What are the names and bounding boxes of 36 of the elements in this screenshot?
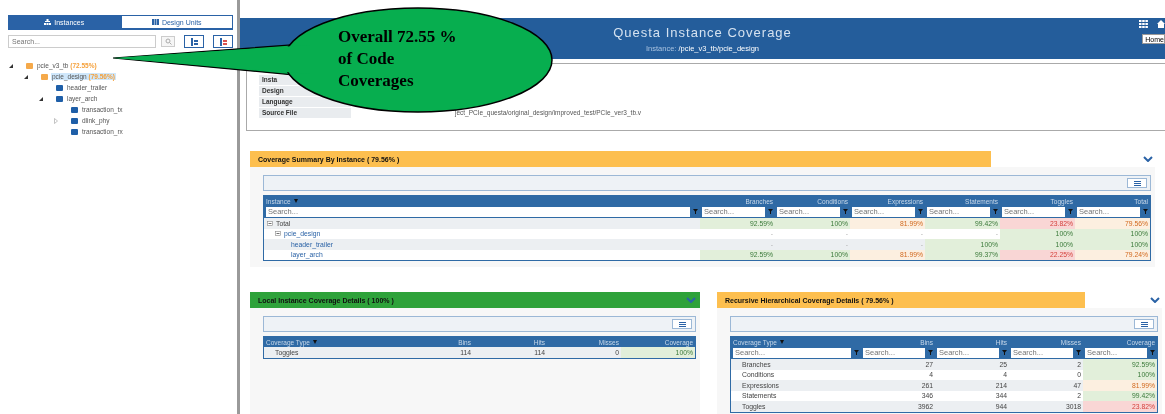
menu-button[interactable] (1134, 319, 1154, 329)
menu-button[interactable] (1127, 178, 1147, 188)
filter-icon[interactable] (1150, 350, 1155, 355)
menu-icon (1133, 180, 1141, 186)
filter-icon[interactable] (843, 209, 848, 214)
home-icon[interactable] (1157, 20, 1165, 28)
tree-icon (189, 37, 199, 46)
filter-icon[interactable] (1068, 209, 1073, 214)
apps-grid-icon[interactable] (1139, 20, 1148, 28)
menu-icon (1140, 321, 1148, 327)
menu-button[interactable] (672, 319, 692, 329)
filter-icon[interactable] (928, 350, 933, 355)
collapse-all-button[interactable] (213, 35, 233, 48)
menu-icon (678, 321, 686, 327)
page-title: Questa Instance Coverage (613, 24, 792, 40)
filter-icon[interactable] (993, 209, 998, 214)
collapse-icon[interactable] (38, 95, 44, 102)
chevron-icon[interactable] (1143, 156, 1153, 162)
columns-icon (151, 19, 159, 25)
filter-icon[interactable] (1076, 350, 1081, 355)
sort-icon (293, 199, 298, 203)
hierarchy-icon (44, 19, 52, 25)
expand-all-button[interactable] (184, 35, 204, 48)
tree-icon (218, 37, 228, 46)
collapse-icon[interactable] (8, 62, 14, 69)
chevron-icon[interactable] (1150, 297, 1160, 303)
collapse-icon[interactable] (23, 73, 29, 80)
sort-icon (779, 340, 784, 344)
filter-icon[interactable] (1002, 350, 1007, 355)
filter-icon[interactable] (693, 209, 698, 214)
filter-icon[interactable] (1143, 209, 1148, 214)
filter-icon[interactable] (854, 350, 859, 355)
sort-icon (312, 340, 317, 344)
filter-icon[interactable] (768, 209, 773, 214)
filter-icon[interactable] (918, 209, 923, 214)
search-icon (164, 38, 172, 45)
